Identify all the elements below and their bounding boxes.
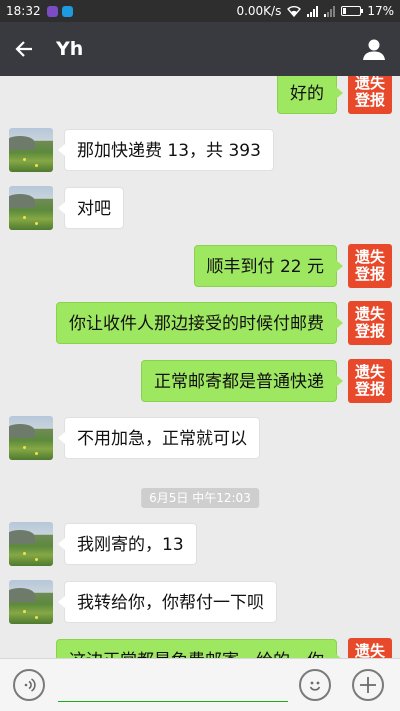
- plus-icon: [360, 677, 376, 693]
- lost-notice-badge[interactable]: 遗失登报: [348, 638, 392, 658]
- lost-notice-badge[interactable]: 遗失登报: [348, 244, 392, 288]
- message-bubble[interactable]: 好的: [277, 76, 343, 114]
- network-speed: 0.00K/s: [236, 4, 282, 18]
- status-time: 18:32: [6, 4, 41, 18]
- chat-header: Yh: [0, 22, 400, 76]
- message-bubble[interactable]: 正常邮寄都是普通快递: [141, 360, 343, 402]
- message-bubble[interactable]: 我刚寄的，13: [58, 523, 197, 565]
- cloud-notification-icon: [61, 5, 73, 17]
- lost-notice-badge[interactable]: 遗失登报: [348, 76, 392, 114]
- smiley-icon: [309, 681, 321, 691]
- app-notification-icon: [46, 5, 58, 17]
- voice-icon: [24, 678, 36, 692]
- contact-avatar[interactable]: [9, 522, 53, 566]
- message-bubble[interactable]: 那加快递费 13，共 393: [58, 129, 274, 171]
- emoji-button[interactable]: [299, 669, 331, 701]
- message-timestamp: 6月5日 中午12:03: [141, 488, 259, 508]
- signal-icon: [307, 5, 319, 17]
- signal-icon-2: [324, 5, 336, 17]
- contact-avatar[interactable]: [9, 416, 53, 460]
- input-bar: [0, 658, 400, 711]
- battery-percent: 17%: [367, 4, 394, 18]
- status-bar: 18:32 0.00K/s 17%: [0, 0, 400, 22]
- message-bubble[interactable]: 顺丰到付 22 元: [193, 245, 344, 287]
- message-bubble[interactable]: 你让收件人那边接受的时候付邮费: [56, 302, 343, 344]
- lost-notice-badge[interactable]: 遗失登报: [348, 301, 392, 345]
- message-input[interactable]: [58, 671, 288, 702]
- person-icon: [363, 39, 385, 60]
- contact-avatar[interactable]: [9, 186, 53, 230]
- back-button[interactable]: [0, 22, 48, 76]
- message-bubble[interactable]: 我转给你，你帮付一下呗: [58, 581, 277, 623]
- message-bubble[interactable]: 对吧: [58, 187, 124, 229]
- contact-avatar[interactable]: [9, 580, 53, 624]
- more-button[interactable]: [352, 669, 384, 701]
- message-bubble[interactable]: 这边正常都是免费邮寄，给的，你: [56, 639, 343, 658]
- contact-avatar[interactable]: [9, 128, 53, 172]
- battery-icon: [341, 6, 364, 16]
- voice-button[interactable]: [13, 669, 45, 701]
- lost-notice-badge[interactable]: 遗失登报: [348, 359, 392, 403]
- profile-button[interactable]: [348, 22, 400, 76]
- chat-title: Yh: [56, 38, 84, 60]
- message-bubble[interactable]: 不用加急，正常就可以: [58, 417, 260, 459]
- chat-area[interactable]: 好的 遗失 登报 那加快递费 13，共 393 对吧 顺丰到付 22 元 遗失 登报…: [0, 76, 400, 658]
- arrow-left-icon: [15, 41, 32, 57]
- wifi-icon: [287, 5, 302, 17]
